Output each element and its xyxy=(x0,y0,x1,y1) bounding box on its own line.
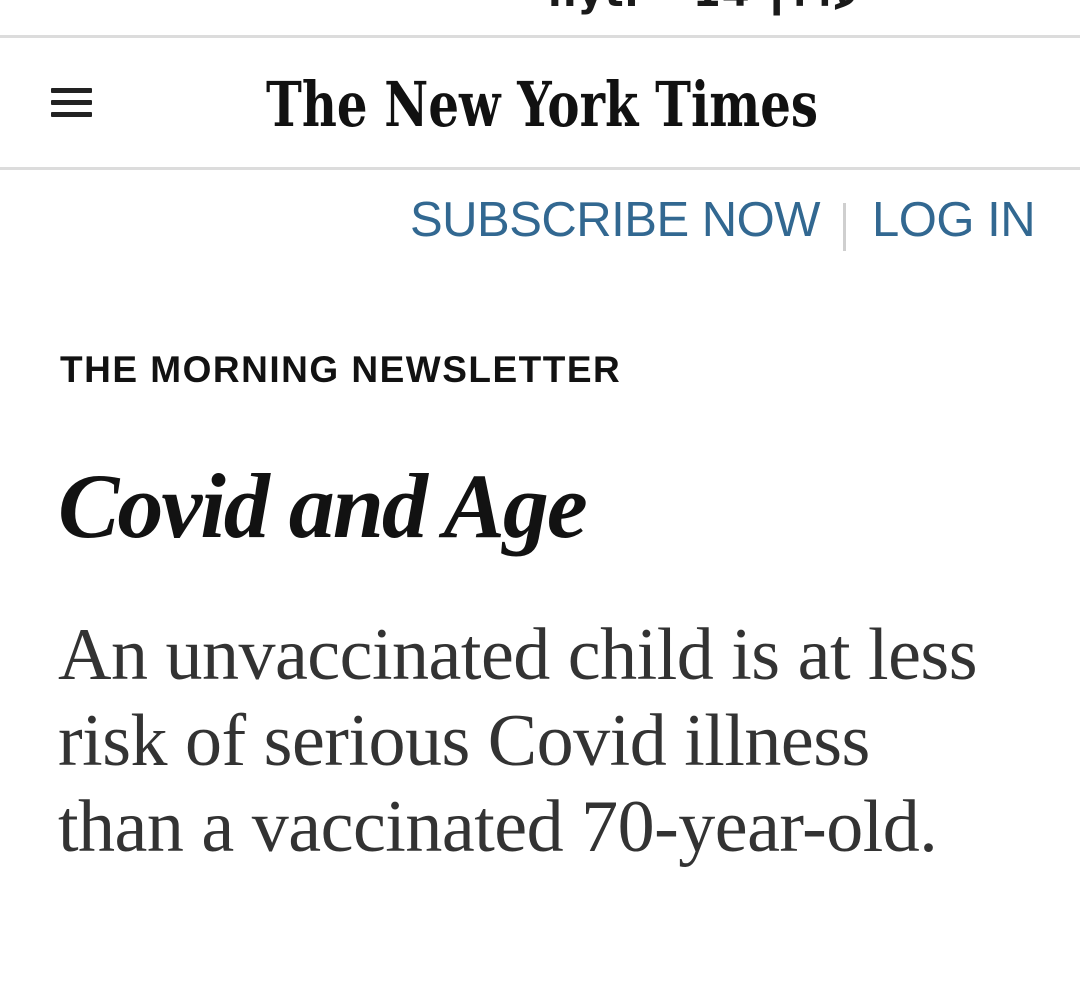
article-headline: Covid and Age xyxy=(58,455,588,557)
top-status-strip: ערוץ 14 - nytr xyxy=(0,0,1080,36)
masthead: The New York Times xyxy=(0,38,1080,167)
menu-bar xyxy=(51,88,92,93)
logo-wordmark: The New York Times xyxy=(266,68,818,141)
subscribe-now-link[interactable]: SUBSCRIBE NOW xyxy=(410,192,821,248)
top-strip-text: ערוץ 14 - nytr xyxy=(548,0,860,16)
nyt-logo[interactable]: The New York Times xyxy=(262,60,822,150)
menu-bar xyxy=(51,100,92,105)
log-in-link[interactable]: LOG IN xyxy=(872,192,1036,248)
account-divider xyxy=(843,203,846,251)
section-kicker[interactable]: THE MORNING NEWSLETTER xyxy=(60,349,621,391)
hamburger-menu-icon[interactable] xyxy=(48,88,96,120)
account-bar: SUBSCRIBE NOW LOG IN xyxy=(0,170,1080,280)
article-summary: An unvaccinated child is at less risk of… xyxy=(58,614,978,868)
menu-bar xyxy=(51,112,92,117)
